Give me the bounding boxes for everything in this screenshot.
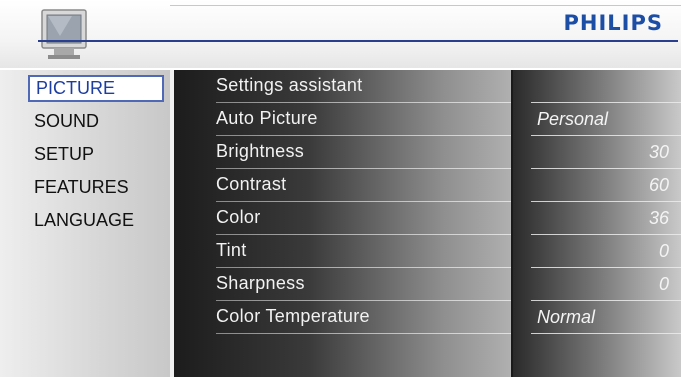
setting-value: 36	[648, 208, 669, 228]
setting-row-brightness[interactable]: Brightness	[174, 136, 511, 169]
brand-logo: PHILIPS	[563, 11, 663, 35]
header-accent-line	[38, 40, 678, 42]
setting-row-auto-picture[interactable]: Auto Picture	[174, 103, 511, 136]
setting-row-color[interactable]: Color	[174, 202, 511, 235]
tv-icon	[41, 9, 87, 59]
setting-row-tint[interactable]: Tint	[174, 235, 511, 268]
menu-item-setup[interactable]: SETUP	[28, 141, 164, 168]
setting-label: Sharpness	[216, 273, 305, 293]
row-divider	[216, 333, 511, 334]
menu-item-picture[interactable]: PICTURE	[28, 75, 164, 102]
row-divider	[531, 333, 681, 334]
menu-item-language[interactable]: LANGUAGE	[28, 207, 164, 234]
picture-settings-list: Settings assistant Auto Picture Brightne…	[174, 70, 511, 377]
tv-settings-screen: PHILIPS PICTURE SOUND SETUP FEATURES LAN…	[0, 0, 681, 377]
setting-value: 0	[658, 241, 669, 261]
value-row-contrast: 60	[513, 169, 681, 202]
menu-item-features[interactable]: FEATURES	[28, 174, 164, 201]
value-row-auto-picture: Personal	[513, 103, 681, 136]
value-row-tint: 0	[513, 235, 681, 268]
setting-label: Auto Picture	[216, 108, 318, 128]
setting-label: Color	[216, 207, 261, 227]
setting-row-color-temperature[interactable]: Color Temperature	[174, 301, 511, 334]
menu-item-sound[interactable]: SOUND	[28, 108, 164, 135]
value-row-brightness: 30	[513, 136, 681, 169]
value-row-color: 36	[513, 202, 681, 235]
setting-label: Contrast	[216, 174, 287, 194]
setting-value: 0	[658, 274, 669, 294]
value-row-sharpness: 0	[513, 268, 681, 301]
setting-label: Settings assistant	[216, 75, 363, 95]
setting-label: Color Temperature	[216, 306, 370, 326]
setting-values-column: Personal 30 60 36 0 0 Normal	[513, 70, 681, 377]
setting-value: Normal	[537, 307, 596, 327]
setting-value: 60	[648, 175, 669, 195]
setting-row-settings-assistant[interactable]: Settings assistant	[174, 70, 511, 103]
setting-label: Tint	[216, 240, 247, 260]
value-row-color-temperature: Normal	[513, 301, 681, 334]
value-row-settings-assistant	[513, 70, 681, 103]
setting-value: 30	[648, 142, 669, 162]
setting-value: Personal	[537, 109, 609, 129]
header-bar: PHILIPS	[0, 0, 681, 68]
setting-row-contrast[interactable]: Contrast	[174, 169, 511, 202]
setting-label: Brightness	[216, 141, 305, 161]
setting-row-sharpness[interactable]: Sharpness	[174, 268, 511, 301]
header-top-divider	[170, 5, 681, 6]
main-menu: PICTURE SOUND SETUP FEATURES LANGUAGE	[0, 70, 170, 377]
